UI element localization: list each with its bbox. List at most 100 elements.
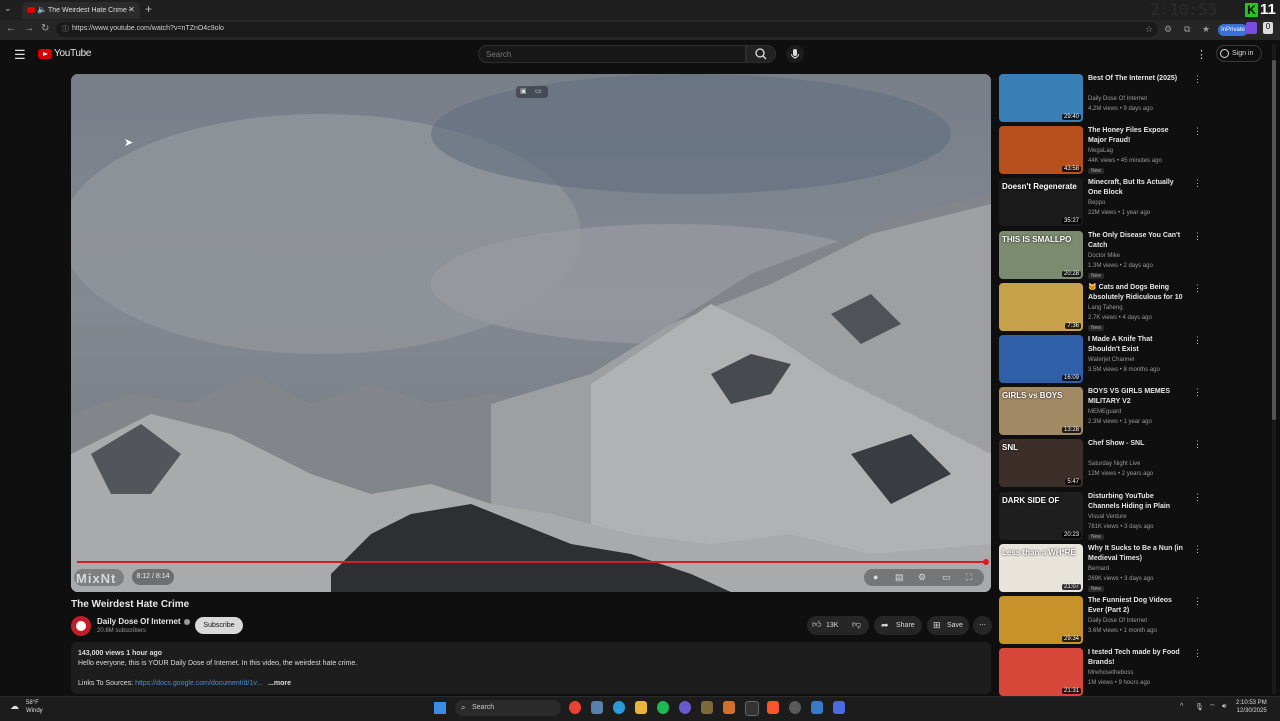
more-options-kebab-icon[interactable]: ⋮ [1193, 231, 1202, 242]
forward-icon[interactable]: → [24, 23, 34, 34]
video-title[interactable]: The Only Disease You Can't Catch [1088, 231, 1184, 251]
recommended-video[interactable]: 43:58 The Honey Files Expose Major Fraud!… [999, 126, 1202, 176]
video-title[interactable]: The Funniest Dog Videos Ever (Part 2) [1088, 596, 1184, 616]
browser-tab[interactable]: 🔈 The Weirdest Hate Crime - YouTube ✕ [22, 2, 140, 19]
channel-name-text[interactable]: Daily Dose Of Internet [97, 617, 181, 626]
channel-name[interactable]: Bernard [1088, 566, 1109, 572]
channel-name[interactable]: Saturday Night Live [1088, 461, 1140, 467]
sources-link[interactable]: https://docs.google.com/document/d/1v... [135, 680, 262, 687]
channel-avatar[interactable] [71, 616, 91, 636]
channel-name[interactable]: Lang Taheng [1088, 305, 1123, 311]
extension-icon[interactable]: 0 [1263, 22, 1273, 34]
video-title[interactable]: 🐱 Cats and Dogs Being Absolutely Ridicul… [1088, 283, 1184, 303]
progress-scrubber[interactable] [983, 559, 989, 565]
favorites-icon[interactable]: ★ [1202, 24, 1210, 35]
task-view-app-icon[interactable] [591, 701, 603, 714]
tab-list-chevron-icon[interactable]: ⌄ [4, 3, 12, 14]
back-icon[interactable]: ← [6, 23, 16, 34]
recommended-video[interactable]: GIRLS vs BOYS 13:28 BOYS VS GIRLS MEMES MI… [999, 387, 1202, 437]
miniplayer-icon[interactable]: ▣ [520, 87, 527, 95]
video-title[interactable]: Minecraft, But Its Actually One Block [1088, 178, 1184, 198]
video-thumbnail[interactable]: 21:31 [999, 648, 1083, 696]
save-button[interactable]: ⊞ Save [927, 616, 969, 635]
video-title[interactable]: I Made A Knife That Shouldn't Exist [1088, 335, 1184, 355]
discord-app-icon[interactable] [679, 701, 691, 714]
video-thumbnail[interactable]: Less than a WH*RE 21:07 [999, 544, 1083, 592]
network-icon[interactable]: ⌔ [1209, 703, 1216, 712]
spotify-app-icon[interactable] [657, 701, 669, 714]
video-thumbnail[interactable]: GIRLS vs BOYS 13:28 [999, 387, 1083, 435]
video-thumbnail[interactable]: 16:09 [999, 335, 1083, 383]
video-title[interactable]: BOYS VS GIRLS MEMES MILITARY V2 [1088, 387, 1184, 407]
file-explorer-app-icon[interactable] [635, 701, 647, 714]
progress-bar[interactable] [77, 561, 985, 563]
site-info-icon[interactable]: ⓘ [62, 24, 69, 34]
video-title[interactable]: Best Of The Internet (2025) [1088, 74, 1184, 84]
brave-app-icon[interactable] [767, 701, 779, 714]
video-title[interactable]: The Honey Files Expose Major Fraud! [1088, 126, 1184, 146]
channel-name[interactable]: Beppo [1088, 200, 1105, 206]
more-options-kebab-icon[interactable]: ⋮ [1193, 648, 1202, 659]
taskbar-clock[interactable]: 2:10:53 PM 12/30/2025 [1236, 699, 1267, 715]
search-input[interactable] [478, 45, 746, 63]
video-title[interactable]: Disturbing YouTube Channels Hiding in Pl… [1088, 492, 1184, 512]
page-scrollbar-thumb[interactable] [1272, 60, 1276, 420]
video-thumbnail[interactable]: 7:36 [999, 283, 1083, 331]
recommended-video[interactable]: 29:40 Best Of The Internet (2025) Daily Do… [999, 74, 1202, 124]
video-thumbnail[interactable]: 29:40 [999, 74, 1083, 122]
recommended-video[interactable]: Less than a WH*RE 21:07 Why It Sucks to Be… [999, 544, 1202, 594]
tray-chevron-icon[interactable]: ^ [1180, 703, 1183, 710]
sign-in-button[interactable]: Sign in [1216, 45, 1262, 62]
show-more-link[interactable]: ...more [268, 680, 291, 687]
more-options-kebab-icon[interactable]: ⋮ [1193, 283, 1202, 294]
inprivate-badge[interactable]: InPrivate [1218, 24, 1248, 36]
recommended-video[interactable]: SNL 5:47 Chef Show - SNL Saturday Night Liv… [999, 439, 1202, 489]
twitch-extension-icon[interactable] [1246, 22, 1257, 34]
recommended-video[interactable]: 16:09 I Made A Knife That Shouldn't Exist… [999, 335, 1202, 385]
channel-name[interactable]: Waterjet Channel [1088, 357, 1134, 363]
terminal-app-icon[interactable] [745, 701, 759, 716]
more-options-kebab-icon[interactable]: ⋮ [1193, 126, 1202, 137]
voice-search-button[interactable] [786, 45, 804, 63]
video-thumbnail[interactable]: SNL 5:47 [999, 439, 1083, 487]
video-thumbnail[interactable]: 43:58 [999, 126, 1083, 174]
more-options-kebab-icon[interactable]: ⋮ [1193, 492, 1202, 503]
recommended-video[interactable]: THIS IS SMALLPO 20:28 The Only Disease You… [999, 231, 1202, 281]
menu-icon[interactable]: ☰ [14, 47, 26, 63]
dislike-icon[interactable]: 👎︎ [852, 619, 861, 630]
video-thumbnail[interactable]: 29:34 [999, 596, 1083, 644]
fullscreen-icon[interactable]: ⛶ [966, 572, 972, 583]
video-player[interactable] [71, 74, 991, 592]
new-tab-icon[interactable]: + [145, 2, 152, 16]
reload-icon[interactable]: ↻ [41, 23, 49, 34]
volume-icon[interactable]: 🔊︎ [1222, 703, 1226, 711]
chrome-app-icon[interactable] [569, 701, 581, 714]
more-options-kebab-icon[interactable]: ⋮ [1193, 544, 1202, 555]
channel-name[interactable]: MEMEguard [1088, 409, 1121, 415]
favorite-star-icon[interactable]: ☆ [1145, 24, 1153, 35]
video-thumbnail[interactable]: THIS IS SMALLPO 20:28 [999, 231, 1083, 279]
like-icon[interactable]: 👍︎ [812, 619, 821, 630]
recommended-video[interactable]: DARK SIDE OF 20:23 Disturbing YouTube Chan… [999, 492, 1202, 542]
more-options-kebab-icon[interactable]: ⋮ [1193, 74, 1202, 85]
cast-icon[interactable]: ▭ [535, 87, 542, 95]
autoplay-toggle-icon[interactable]: ● [873, 572, 878, 582]
recommended-video[interactable]: 7:36 🐱 Cats and Dogs Being Absolutely Rid… [999, 283, 1202, 333]
more-actions-button[interactable]: ⋯ [973, 616, 992, 635]
app-icon-2[interactable] [811, 701, 823, 714]
channel-name[interactable]: Mrwhosetheboss [1088, 670, 1133, 676]
video-thumbnail[interactable]: Doesn't Regenerate 35:27 [999, 178, 1083, 226]
subscribe-button[interactable]: Subscribe [195, 617, 243, 634]
settings-kebab-icon[interactable]: ⋮ [1196, 48, 1207, 61]
office-app-icon[interactable] [723, 701, 735, 714]
speaker-icon[interactable]: 🔈 [37, 5, 47, 14]
channel-name[interactable]: Daily Dose Of Internet [97, 617, 190, 626]
more-options-kebab-icon[interactable]: ⋮ [1193, 387, 1202, 398]
split-screen-icon[interactable]: ⧉ [1184, 24, 1190, 35]
start-button-icon[interactable] [434, 702, 446, 714]
app-icon[interactable] [701, 701, 713, 714]
obs-app-icon[interactable] [789, 701, 801, 714]
close-tab-icon[interactable]: ✕ [128, 5, 135, 14]
like-count[interactable]: 13K [826, 622, 838, 629]
settings-gear-icon[interactable]: ⚙ [918, 572, 926, 583]
